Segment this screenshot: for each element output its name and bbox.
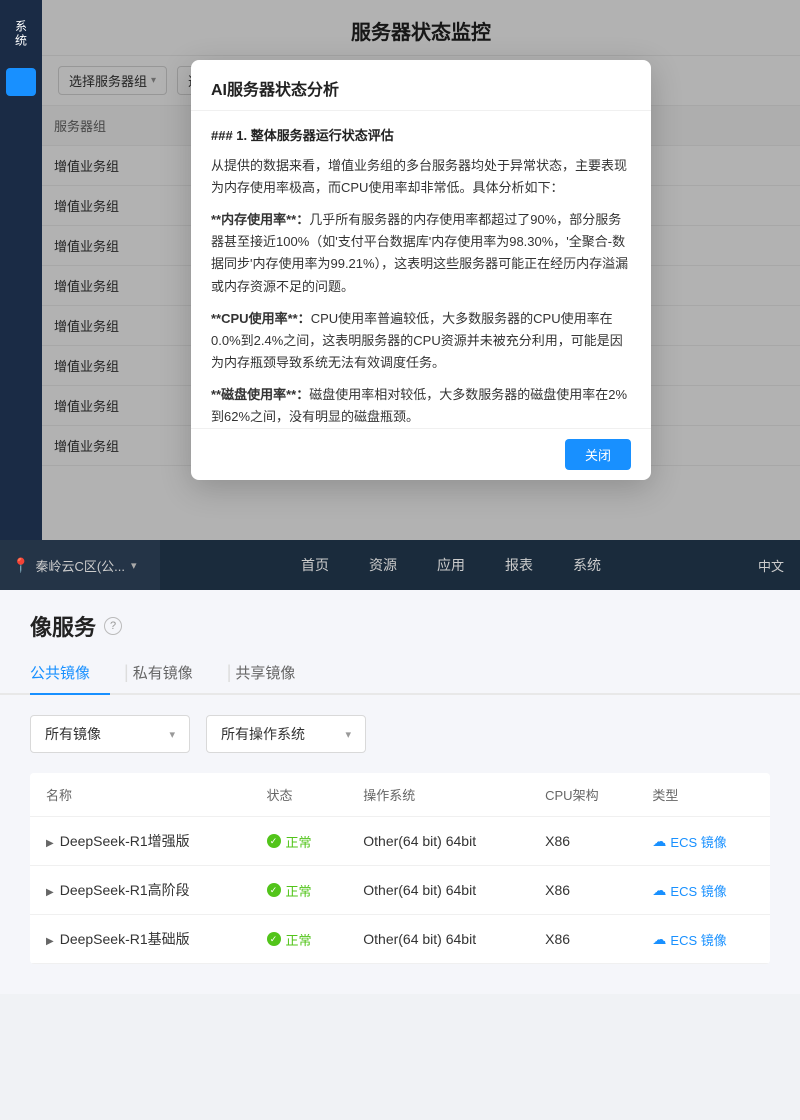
nav-link-应用[interactable]: 应用 <box>417 540 485 590</box>
sidebar-label: 系统 <box>13 20 30 48</box>
nav-link-首页[interactable]: 首页 <box>281 540 349 590</box>
table-row: ▶DeepSeek-R1基础版正常Other(64 bit) 64bitX86☁… <box>30 915 770 964</box>
image-table: 名称 状态 操作系统 CPU架构 类型 ▶DeepSeek-R1增强版正常Oth… <box>30 773 770 964</box>
tabs-row: 公共镜像|私有镜像|共享镜像 <box>0 652 800 695</box>
filter-os[interactable]: 所有操作系统 ▾ <box>206 715 366 753</box>
modal-title: AI服务器状态分析 <box>191 60 651 111</box>
nav-lang[interactable]: 中文 <box>742 556 800 575</box>
help-icon[interactable]: ? <box>104 617 122 635</box>
nav-links: 首页资源应用报表系统 <box>160 540 742 590</box>
modal-body: ### 1. 整体服务器运行状态评估 从提供的数据来看，增值业务组的多台服务器均… <box>191 111 651 428</box>
close-button[interactable]: 关闭 <box>565 439 631 470</box>
ecs-badge: ☁ECS 镜像 <box>652 832 754 851</box>
table-row: ▶DeepSeek-R1高阶段正常Other(64 bit) 64bitX86☁… <box>30 866 770 915</box>
col-cpu: CPU架构 <box>529 773 636 817</box>
image-service-title: 像服务 <box>30 610 96 642</box>
server-monitor-panel: 服务器状态监控 选择服务器组 ▾ 选择项目 ▾ 服务器组 项目名称 服务器 监控… <box>42 0 800 540</box>
image-service-header: 像服务 ? <box>0 590 800 652</box>
nav-link-资源[interactable]: 资源 <box>349 540 417 590</box>
cloud-icon: ☁ <box>652 882 666 899</box>
filter-image-type[interactable]: 所有镜像 ▾ <box>30 715 190 753</box>
chevron-down-icon: ▾ <box>345 728 351 741</box>
status-badge: 正常 <box>267 930 332 949</box>
nav-bar: 📍 秦岭云C区(公... ▾ 首页资源应用报表系统 中文 <box>0 540 800 590</box>
tab-divider: | <box>223 662 236 683</box>
chevron-down-icon: ▾ <box>131 559 137 572</box>
col-status: 状态 <box>251 773 348 817</box>
modal-section-title: ### 1. 整体服务器运行状态评估 <box>211 125 631 147</box>
image-service-section: 📍 秦岭云C区(公... ▾ 首页资源应用报表系统 中文 像服务 ? 公共镜像 |… <box>0 540 800 994</box>
location-icon: 📍 <box>12 557 29 574</box>
chevron-down-icon: ▾ <box>169 728 175 741</box>
modal-intro: 从提供的数据来看，增值业务组的多台服务器均处于异常状态，主要表现为内存使用率极高… <box>211 155 631 199</box>
status-badge: 正常 <box>267 881 332 900</box>
status-icon <box>267 834 281 848</box>
ai-analysis-modal: AI服务器状态分析 ### 1. 整体服务器运行状态评估 从提供的数据来看，增值… <box>191 60 651 480</box>
ecs-badge: ☁ECS 镜像 <box>652 881 754 900</box>
sidebar: 系统 <box>0 0 42 540</box>
expand-icon[interactable]: ▶ <box>46 887 54 898</box>
tab-共享镜像[interactable]: 共享镜像 <box>235 652 315 693</box>
nav-region-label: 秦岭云C区(公... <box>35 556 125 575</box>
ecs-badge: ☁ECS 镜像 <box>652 930 754 949</box>
col-name: 名称 <box>30 773 251 817</box>
nav-link-系统[interactable]: 系统 <box>553 540 621 590</box>
status-icon <box>267 932 281 946</box>
cloud-icon: ☁ <box>652 931 666 948</box>
tab-公共镜像[interactable]: 公共镜像 <box>30 652 110 693</box>
col-os: 操作系统 <box>347 773 529 817</box>
status-icon <box>267 883 281 897</box>
filter-row: 所有镜像 ▾ 所有操作系统 ▾ <box>0 695 800 773</box>
expand-icon[interactable]: ▶ <box>46 936 54 947</box>
image-table-container: 名称 状态 操作系统 CPU架构 类型 ▶DeepSeek-R1增强版正常Oth… <box>0 773 800 994</box>
nav-region[interactable]: 📍 秦岭云C区(公... ▾ <box>0 540 160 590</box>
modal-overlay: AI服务器状态分析 ### 1. 整体服务器运行状态评估 从提供的数据来看，增值… <box>42 0 800 540</box>
col-type: 类型 <box>636 773 770 817</box>
cloud-icon: ☁ <box>652 833 666 850</box>
sidebar-active-indicator <box>6 68 36 96</box>
modal-point: **内存使用率**：几乎所有服务器的内存使用率都超过了90%，部分服务器甚至接近… <box>211 209 631 297</box>
expand-icon[interactable]: ▶ <box>46 838 54 849</box>
tab-私有镜像[interactable]: 私有镜像 <box>133 652 213 693</box>
modal-point: **CPU使用率**：CPU使用率普遍较低，大多数服务器的CPU使用率在0.0%… <box>211 308 631 374</box>
nav-link-报表[interactable]: 报表 <box>485 540 553 590</box>
modal-footer: 关闭 <box>191 428 651 480</box>
status-badge: 正常 <box>267 832 332 851</box>
table-row: ▶DeepSeek-R1增强版正常Other(64 bit) 64bitX86☁… <box>30 817 770 866</box>
modal-point: **磁盘使用率**：磁盘使用率相对较低，大多数服务器的磁盘使用率在2%到62%之… <box>211 384 631 428</box>
tab-divider: | <box>120 662 133 683</box>
